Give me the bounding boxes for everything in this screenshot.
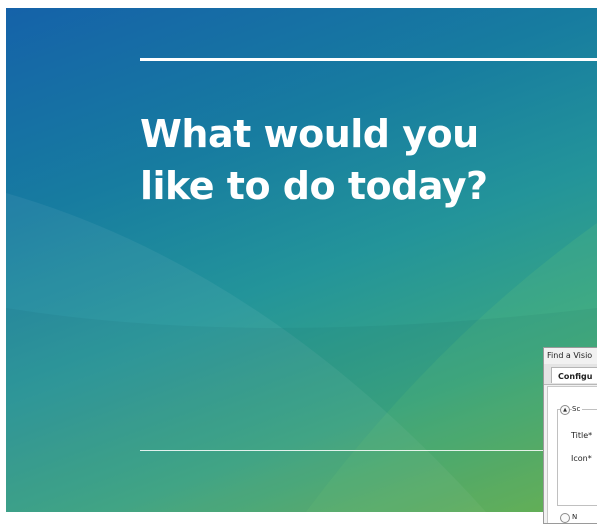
dialog-title: Find a Visio bbox=[547, 351, 593, 360]
collapse-up-icon[interactable]: ▲ bbox=[560, 405, 570, 415]
bottom-divider-line bbox=[140, 450, 550, 451]
hero-banner: What would you like to do today? bbox=[6, 8, 597, 512]
top-divider-line bbox=[140, 58, 597, 61]
headline-line-1: What would you bbox=[140, 112, 479, 156]
dialog-tab-bar: Configu bbox=[544, 364, 597, 385]
collapse-toggle-icon[interactable] bbox=[560, 513, 570, 523]
page-headline: What would you like to do today? bbox=[140, 108, 580, 212]
section2-legend: N bbox=[572, 513, 580, 521]
headline-line-2: like to do today? bbox=[140, 164, 488, 208]
find-vision-dialog: Find a Visio Configu ▲ Sc Title* Icon* N bbox=[543, 347, 597, 524]
background-wave-shapes bbox=[6, 193, 597, 512]
title-field-label: Title* bbox=[571, 431, 593, 440]
tab-configuration[interactable]: Configu bbox=[551, 367, 597, 383]
icon-field-label: Icon* bbox=[571, 454, 592, 463]
section-legend: Sc bbox=[572, 405, 583, 413]
